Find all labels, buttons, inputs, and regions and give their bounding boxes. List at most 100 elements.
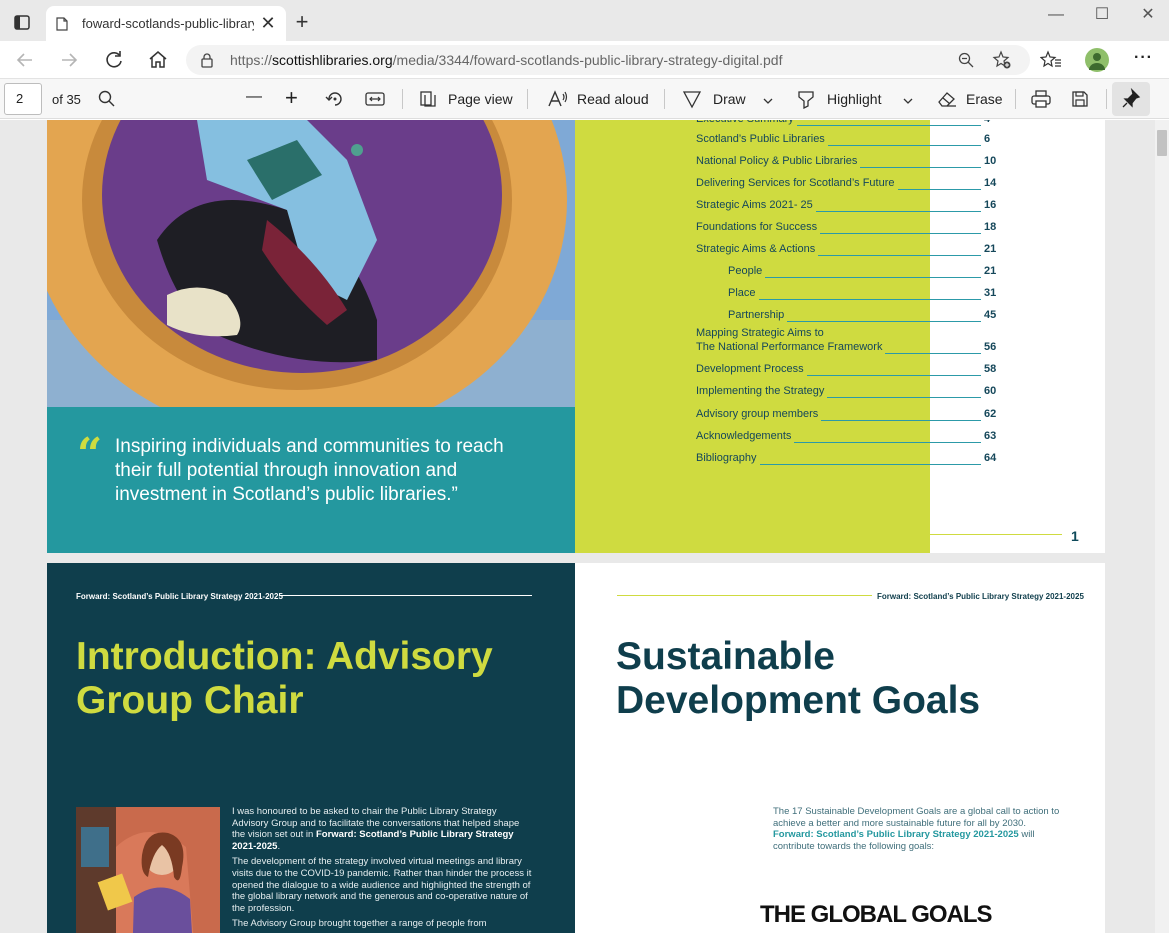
toc-entry[interactable]: Delivering Services for Scotland’s Futur… — [696, 176, 996, 190]
search-icon[interactable] — [97, 89, 117, 114]
close-window-button[interactable]: ✕ — [1136, 4, 1160, 26]
more-menu-icon[interactable]: ··· — [1134, 49, 1153, 67]
toc-page-number: 21 — [984, 265, 997, 277]
toc-entry[interactable]: Executive Summary 4 — [696, 120, 996, 126]
add-favorite-icon[interactable] — [992, 50, 1012, 75]
toc-entry[interactable]: The National Performance Framework 56 — [696, 340, 996, 354]
page-number: 1 — [1071, 528, 1079, 544]
page-view-button[interactable]: Page view — [448, 91, 513, 107]
paragraph: The Advisory Group brought together a ra… — [232, 918, 487, 930]
draw-icon[interactable] — [682, 89, 702, 114]
tab-close-icon[interactable]: ✕ — [258, 13, 278, 33]
vision-quote: Inspiring individuals and communities to… — [115, 436, 504, 505]
chair-portrait-photo — [76, 807, 220, 933]
sdg-body: The 17 Sustainable Development Goals are… — [773, 806, 1063, 852]
toc-entry[interactable]: Strategic Aims & Actions 21 — [696, 242, 996, 256]
toc-leader-line — [827, 397, 981, 398]
toc-entry[interactable]: Implementing the Strategy 60 — [696, 384, 996, 398]
strategy-name: Forward: Scotland’s Public Library Strat… — [773, 829, 1019, 841]
pdf-page: Forward: Scotland’s Public Library Strat… — [47, 563, 1105, 933]
toc-entry[interactable]: National Policy & Public Libraries 10 — [696, 154, 996, 168]
toc-leader-line — [794, 442, 981, 443]
url-scheme: https:// — [230, 52, 273, 68]
toc-label: Acknowledgements — [696, 430, 792, 442]
toolbar-divider — [1106, 89, 1107, 109]
eraser-icon[interactable] — [936, 89, 958, 114]
toc-entry[interactable]: Foundations for Success 18 — [696, 220, 996, 234]
rotate-icon[interactable] — [324, 88, 346, 115]
toc-label: Strategic Aims 2021- 25 — [696, 199, 813, 211]
zoom-out-button[interactable]: — — [246, 88, 262, 106]
pdf-viewport[interactable]: “ Inspiring individuals and communities … — [0, 120, 1155, 933]
toc-label: Mapping Strategic Aims to — [696, 327, 824, 339]
browser-tab[interactable]: foward-scotlands-public-library- ✕ — [46, 6, 286, 41]
address-bar: https://scottishlibraries.org/media/3344… — [0, 41, 1169, 79]
pin-toolbar-button[interactable] — [1112, 82, 1150, 116]
pin-icon — [1122, 87, 1141, 108]
read-aloud-button[interactable]: Read aloud — [577, 91, 649, 107]
toc-page-number: 63 — [984, 430, 997, 442]
minimize-button[interactable]: — — [1044, 4, 1068, 26]
introduction-title: Introduction: Advisory Group Chair — [76, 635, 493, 722]
paragraph: The development of the strategy involved… — [232, 856, 532, 914]
draw-button[interactable]: Draw — [713, 91, 746, 107]
url-field[interactable]: https://scottishlibraries.org/media/3344… — [186, 45, 1030, 75]
home-icon[interactable] — [145, 47, 171, 73]
toc-label: The National Performance Framework — [696, 341, 883, 353]
toc-leader-line — [797, 125, 981, 126]
quote-panel: “ Inspiring individuals and communities … — [47, 407, 575, 553]
toc-entry[interactable]: Scotland’s Public Libraries 6 — [696, 132, 996, 146]
highlight-button[interactable]: Highlight — [827, 91, 881, 107]
toc-page-number: 60 — [984, 385, 997, 397]
toc-entry[interactable]: Advisory group members 62 — [696, 407, 996, 421]
document-icon — [56, 17, 68, 31]
print-icon[interactable] — [1030, 89, 1052, 114]
toc-leader-line — [765, 277, 981, 278]
toc-label: Foundations for Success — [696, 221, 818, 233]
toc-leader-line — [821, 420, 981, 421]
toc-entry[interactable]: Bibliography 64 — [696, 451, 996, 465]
toc-leader-line — [828, 145, 981, 146]
toc-entry[interactable]: Acknowledgements 63 — [696, 429, 996, 443]
toc-leader-line — [816, 211, 981, 212]
scrollbar-thumb[interactable] — [1157, 130, 1167, 156]
toc-page-number: 16 — [984, 199, 997, 211]
tab-actions-icon[interactable] — [8, 10, 36, 36]
erase-button[interactable]: Erase — [966, 91, 1003, 107]
zoom-icon[interactable] — [957, 51, 975, 74]
zoom-in-button[interactable]: + — [285, 85, 298, 111]
new-tab-button[interactable]: + — [290, 10, 314, 34]
chevron-down-icon[interactable] — [902, 93, 914, 111]
toc-label: Executive Summary — [696, 120, 794, 126]
toolbar-divider — [1015, 89, 1016, 109]
maximize-button[interactable]: ☐ — [1090, 4, 1114, 26]
toc-label: Implementing the Strategy — [696, 385, 825, 397]
toc-page-number: 62 — [984, 408, 997, 420]
highlighter-icon[interactable] — [796, 89, 816, 114]
page-view-icon[interactable] — [418, 89, 438, 114]
tab-strip: foward-scotlands-public-library- ✕ + — ☐… — [0, 0, 1169, 41]
page-total: of 35 — [52, 92, 81, 107]
toc-label: Place — [728, 287, 756, 299]
toc-entry[interactable]: Development Process 58 — [696, 362, 996, 376]
chevron-down-icon[interactable] — [762, 93, 774, 111]
toc-entry[interactable]: People 21 — [696, 264, 996, 278]
lock-icon[interactable] — [200, 52, 214, 73]
toc-label: People — [728, 265, 763, 277]
fit-width-icon[interactable] — [364, 89, 386, 114]
save-icon[interactable] — [1070, 89, 1090, 114]
toolbar-divider — [527, 89, 528, 109]
back-icon[interactable] — [12, 47, 38, 73]
favorites-icon[interactable] — [1039, 50, 1062, 75]
page-number-input[interactable]: 2 — [4, 83, 42, 115]
toc-entry[interactable]: Strategic Aims 2021- 25 16 — [696, 198, 996, 212]
profile-avatar[interactable] — [1085, 48, 1109, 72]
forward-icon[interactable] — [56, 47, 82, 73]
toc-entry[interactable]: Partnership 45 — [696, 308, 996, 322]
toc-entry[interactable]: Mapping Strategic Aims to — [696, 326, 996, 340]
toolbar-divider — [402, 89, 403, 109]
vertical-scrollbar[interactable] — [1155, 120, 1169, 933]
read-aloud-icon[interactable] — [546, 88, 570, 115]
refresh-icon[interactable] — [101, 47, 127, 73]
toc-entry[interactable]: Place 31 — [696, 286, 996, 300]
